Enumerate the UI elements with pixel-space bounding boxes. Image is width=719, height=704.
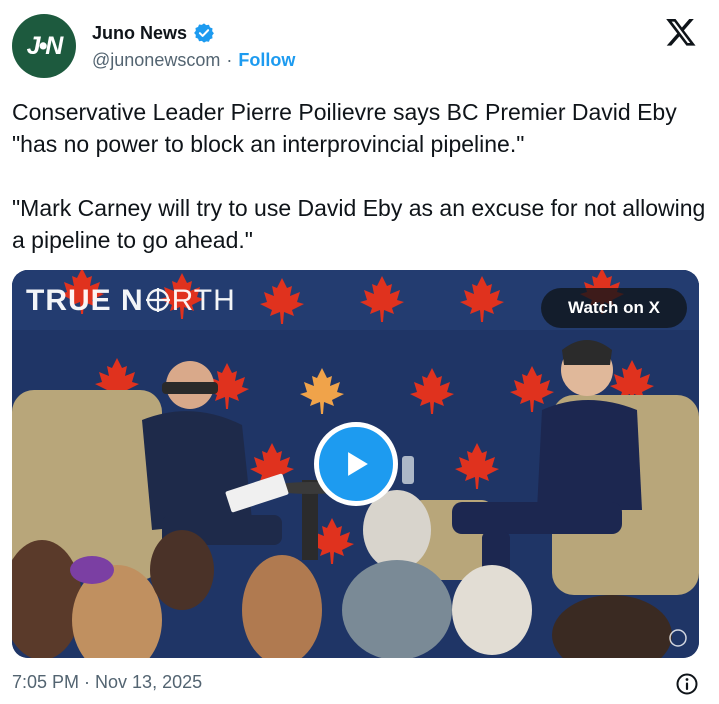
play-button[interactable]	[314, 422, 398, 506]
avatar[interactable]: J•N	[12, 14, 76, 78]
tweet-paragraph-1: Conservative Leader Pierre Poilievre say…	[12, 99, 677, 157]
play-icon	[348, 452, 368, 476]
separator-dot: ·	[226, 50, 233, 70]
true-north-watermark: TRUE N RTH	[26, 284, 236, 318]
tweet-header: J•N Juno News @junonewscom · Follow	[12, 12, 705, 80]
author-handle[interactable]: @junonewscom	[92, 50, 220, 71]
author-block: Juno News @junonewscom · Follow	[92, 22, 295, 71]
watermark-bold: TRUE N	[26, 284, 144, 317]
name-row: Juno News	[92, 22, 295, 44]
video-player[interactable]: TRUE N RTH Watch on X	[12, 270, 699, 658]
avatar-logo-text: J•N	[26, 31, 64, 60]
tweet-text: Conservative Leader Pierre Poilievre say…	[12, 96, 712, 256]
watch-on-x-button[interactable]: Watch on X	[541, 288, 687, 328]
info-icon[interactable]	[675, 672, 699, 696]
tweet-paragraph-2: "Mark Carney will try to use David Eby a…	[12, 195, 706, 253]
watermark-light: RTH	[171, 284, 236, 317]
compass-icon	[145, 288, 170, 312]
verified-badge-icon	[194, 23, 214, 43]
tweet-timestamp[interactable]: 7:05 PM · Nov 13, 2025	[12, 672, 202, 692]
follow-button[interactable]: Follow	[238, 50, 295, 71]
tweet-footer: 7:05 PM · Nov 13, 2025	[12, 672, 705, 696]
x-logo-icon[interactable]	[665, 16, 697, 48]
author-name[interactable]: Juno News	[92, 23, 187, 44]
handle-row: @junonewscom · Follow	[92, 50, 295, 71]
